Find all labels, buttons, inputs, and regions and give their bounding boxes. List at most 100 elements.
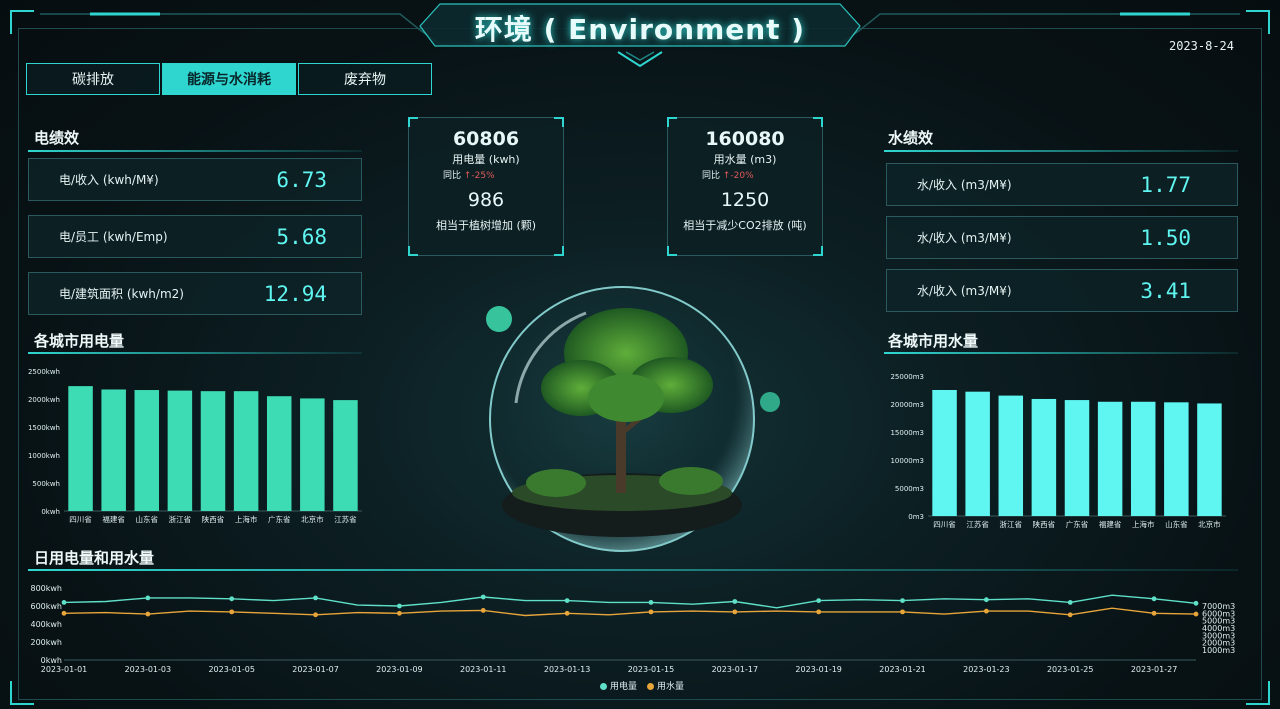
metric-water-per-revenue-2: 水/收入 (m3/M¥) 1.50: [886, 216, 1238, 259]
legend-item-electricity[interactable]: 用电量: [600, 679, 637, 692]
data-point: [61, 610, 67, 616]
legend-label: 用电量: [610, 682, 638, 692]
data-point: [229, 609, 235, 615]
water-efficiency-title: 水绩效: [888, 129, 934, 147]
yoy-label: 同比: [702, 171, 721, 181]
y-tick-label: 1500kwh: [28, 424, 60, 432]
bar: [998, 395, 1024, 516]
data-point: [229, 596, 235, 602]
x-tick-label: 陕西省: [202, 514, 225, 524]
x-tick-label: 2023-01-23: [963, 665, 1010, 674]
tab-energy-water[interactable]: 能源与水消耗: [162, 63, 296, 95]
metric-label: 水/收入 (m3/M¥): [917, 231, 1012, 245]
bubble-decoration: [760, 392, 780, 412]
x-tick-label: 2023-01-25: [1047, 665, 1094, 674]
section-underline: [28, 569, 1238, 571]
x-tick-label: 北京市: [301, 514, 324, 524]
yoy-row: 同比 ↑-20%: [668, 168, 822, 181]
data-point: [1151, 596, 1157, 602]
card-corner: [667, 246, 677, 256]
x-tick-label: 福建省: [1099, 519, 1122, 529]
metric-value: 12.94: [263, 281, 327, 306]
card-corner: [408, 117, 418, 127]
y-tick-label: 0kwh: [41, 508, 60, 516]
metric-elec-per-employee: 电/员工 (kwh/Emp) 5.68: [28, 215, 362, 258]
data-point: [900, 598, 905, 603]
terrarium-globe-image: [489, 286, 755, 552]
metric-water-per-revenue-1: 水/收入 (m3/M¥) 1.77: [886, 163, 1238, 206]
data-point: [145, 611, 151, 617]
x-tick-label: 2023-01-07: [292, 665, 339, 674]
elec-by-city-chart: 0kwh 500kwh 1000kwh 1500kwh 2000kwh 2500kwh 四川…: [28, 368, 362, 524]
x-tick-label: 2023-01-27: [1131, 665, 1178, 674]
y-tick-label: 15000m3: [890, 429, 924, 437]
tab-waste[interactable]: 废弃物: [298, 63, 432, 95]
x-tick-label: 陕西省: [1033, 519, 1056, 529]
metric-value: 1.77: [1140, 172, 1191, 197]
metric-value: 6.73: [276, 167, 327, 192]
co2-equivalent-label: 相当于减少CO2排放 (吨): [683, 219, 807, 232]
yoy-label: 同比: [443, 171, 462, 181]
x-tick-label: 四川省: [933, 519, 956, 529]
metric-label: 水/收入 (m3/M¥): [917, 284, 1012, 298]
legend-item-water[interactable]: 用水量: [647, 679, 684, 692]
bar: [1130, 401, 1156, 516]
metric-label: 电/员工 (kwh/Emp): [59, 230, 168, 244]
x-tick-label: 北京市: [1198, 519, 1221, 529]
x-tick-label: 山东省: [136, 514, 159, 524]
water-usage-value: 160080: [705, 128, 785, 150]
tab-carbon-emission[interactable]: 碳排放: [26, 63, 160, 95]
bar: [266, 396, 292, 511]
x-tick-label: 2023-01-11: [460, 665, 507, 674]
data-point: [397, 610, 402, 616]
x-tick-label: 2023-01-19: [795, 665, 842, 674]
bar: [1031, 398, 1057, 516]
tab-bar: 碳排放 能源与水消耗 废弃物: [26, 63, 434, 95]
series-line: [63, 594, 1197, 609]
x-tick-label: 2023-01-17: [712, 665, 759, 674]
y-tick-label: 5000m3: [895, 485, 924, 493]
y-tick-label: 0m3: [908, 513, 924, 521]
y-tick-label: 20000m3: [890, 401, 924, 409]
water-usage-card: 160080 用水量 (m3) 同比 ↑-20% 1250 相当于减少CO2排放…: [667, 117, 823, 256]
daily-usage-chart: 0kwh200kwh400kwh600kwh800kwh1000m32000m3…: [30, 584, 1235, 674]
x-tick-label: 四川省: [69, 514, 92, 524]
card-corner: [554, 246, 564, 256]
data-point: [732, 609, 738, 615]
section-underline: [884, 150, 1238, 152]
daily-usage-title: 日用电量和用水量: [34, 549, 155, 567]
data-point: [648, 609, 654, 615]
y-tick-label: 2500kwh: [28, 368, 60, 376]
data-point: [145, 595, 151, 601]
x-tick-label: 2023-01-15: [628, 665, 675, 674]
y-tick-label: 2000kwh: [28, 396, 60, 404]
bar: [167, 390, 193, 511]
data-point: [983, 608, 989, 614]
data-point: [564, 598, 570, 603]
bar: [300, 398, 325, 511]
metric-value: 5.68: [276, 224, 327, 249]
bar: [68, 386, 93, 511]
bar: [233, 391, 259, 511]
data-point: [1151, 610, 1157, 616]
y-tick-label-left: 400kwh: [30, 620, 62, 629]
data-point: [564, 610, 570, 616]
data-point: [816, 609, 822, 615]
frame-corner: [1246, 681, 1270, 705]
x-tick-label: 山东省: [1165, 519, 1188, 529]
x-tick-label: 2023-01-03: [125, 665, 172, 674]
data-point: [983, 597, 989, 603]
bar: [1097, 401, 1123, 516]
y-tick-label: 25000m3: [890, 373, 924, 381]
metric-elec-per-revenue: 电/收入 (kwh/M¥) 6.73: [28, 158, 362, 201]
yoy-value: ↑-20%: [722, 171, 754, 181]
card-corner: [408, 246, 418, 256]
frame-corner: [10, 681, 34, 705]
water-by-city-title: 各城市用水量: [888, 332, 979, 350]
metric-water-per-revenue-3: 水/收入 (m3/M¥) 3.41: [886, 269, 1238, 312]
data-point: [816, 598, 822, 603]
electricity-efficiency-title: 电绩效: [34, 129, 80, 147]
x-tick-label: 福建省: [102, 514, 125, 524]
data-point: [900, 609, 905, 615]
x-tick-label: 浙江省: [1000, 519, 1023, 529]
